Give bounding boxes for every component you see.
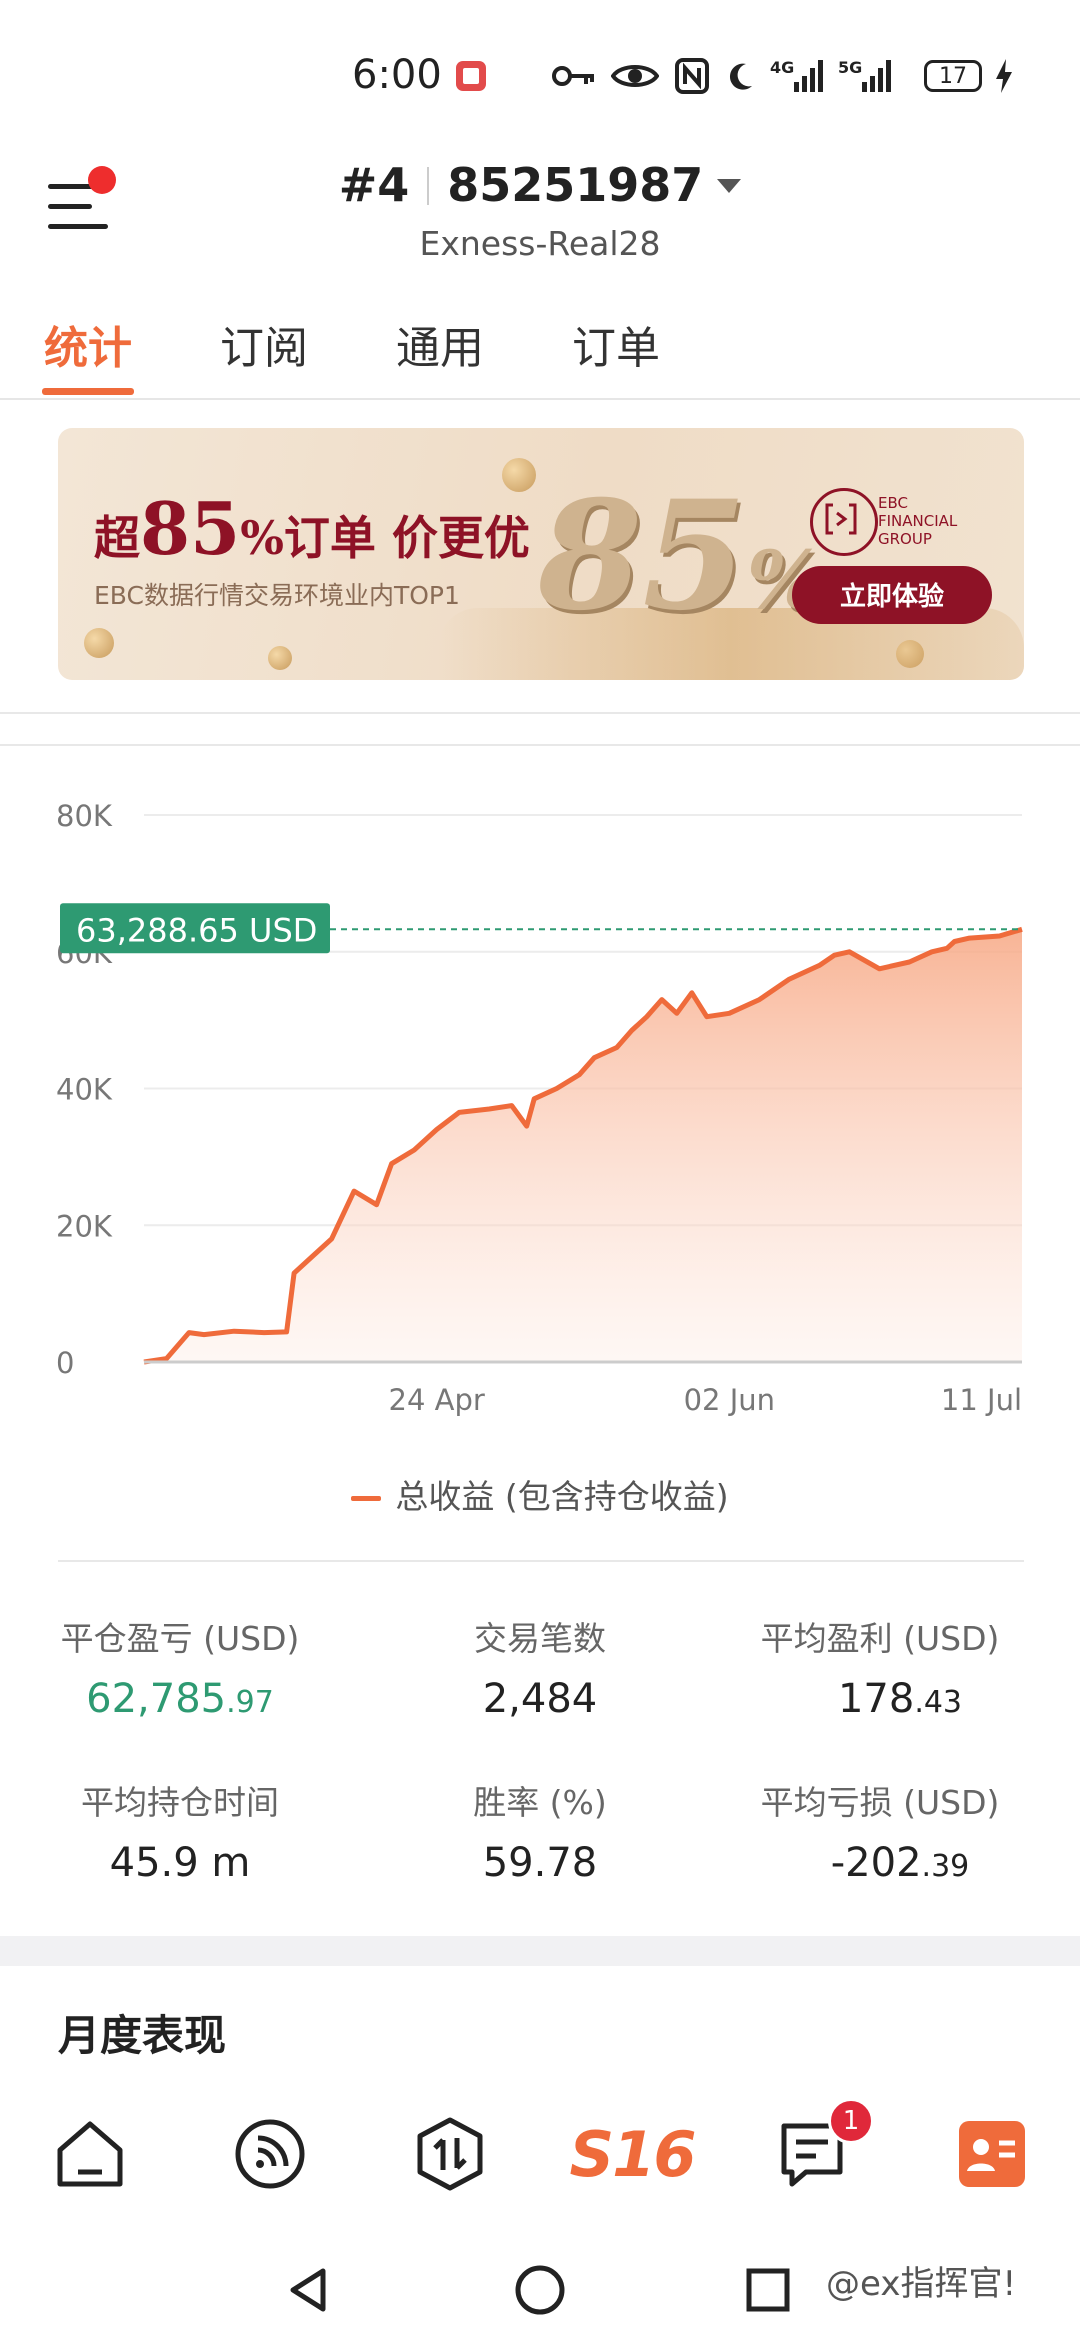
bottom-nav (0, 2080, 1080, 2220)
nav-trade[interactable] (400, 2104, 500, 2204)
x-tick-label: 11 Jul (941, 1383, 1022, 1417)
eye-icon (610, 56, 660, 96)
stat-label-closed-pnl: 平仓盈亏 (USD) (60, 1619, 300, 1658)
moon-icon (722, 56, 758, 96)
divider (0, 712, 1080, 714)
chart-legend: 总收益 (包含持仓收益) (0, 1470, 1080, 1518)
account-selector[interactable]: #4 85251987 (0, 158, 1080, 212)
signal-5g-icon: 5G (838, 56, 894, 96)
monthly-performance-title: 月度表现 (58, 2011, 227, 2060)
stat-label-avg-loss: 平均亏损 (USD) (760, 1783, 1000, 1822)
signal-4g-icon: 4G (770, 56, 826, 96)
ebc-logo-text: EBC FINANCIAL GROUP (878, 494, 958, 548)
system-recents-button[interactable] (728, 2250, 808, 2330)
account-number: 85251987 (447, 158, 704, 212)
stat-value-closed-pnl: 62,785.97 (86, 1676, 274, 1722)
key-icon (550, 56, 598, 96)
charging-icon (992, 56, 1016, 96)
divider (58, 1560, 1024, 1562)
nav-s16[interactable]: S16 (569, 2104, 697, 2204)
stat-label-avg-hold-time: 平均持仓时间 (81, 1783, 279, 1822)
account-server: Exness-Real28 (419, 224, 661, 263)
ebc-logo-icon (810, 488, 878, 556)
banner-subtitle: EBC数据行情交易环境业内TOP1 (94, 581, 460, 610)
x-tick-label: 24 Apr (389, 1383, 485, 1417)
banner-headline: 超85%订单 价更优 (94, 486, 530, 571)
banner-85-graphic: 85% (538, 468, 823, 644)
y-tick-label: 20K (56, 1209, 113, 1243)
tab-active-indicator (42, 388, 134, 395)
legend-swatch (351, 1496, 382, 1501)
stat-value-win-rate: 59.78 (482, 1840, 598, 1886)
nav-home[interactable] (40, 2104, 140, 2204)
back-icon (290, 2268, 326, 2312)
legend-label: 总收益 (包含持仓收益) (395, 1477, 729, 1516)
stat-value-trade-count: 2,484 (482, 1676, 598, 1722)
y-tick-label: 0 (56, 1346, 74, 1380)
system-back-button[interactable] (270, 2250, 350, 2330)
tab-orders[interactable]: 订单 (572, 312, 660, 376)
status-time: 6:00 (352, 52, 442, 98)
battery-icon: 17 (920, 56, 986, 96)
current-value-label: 63,288.65 USD (76, 911, 317, 949)
divider (0, 398, 1080, 400)
stat-value-avg-profit: 178.43 (837, 1676, 963, 1722)
nav-feed[interactable] (220, 2104, 320, 2204)
home-icon (57, 2121, 123, 2187)
home-circle-icon (515, 2265, 565, 2315)
divider (0, 744, 1080, 746)
stat-label-trade-count: 交易笔数 (474, 1619, 606, 1658)
messages-badge: 1 (828, 2098, 874, 2144)
system-home-button[interactable] (500, 2250, 580, 2330)
tab-subscriptions[interactable]: 订阅 (220, 312, 308, 376)
profile-card-icon (959, 2121, 1025, 2187)
section-separator (0, 1936, 1080, 1966)
y-tick-label: 40K (56, 1073, 113, 1107)
tab-statistics[interactable]: 统计 (44, 312, 132, 376)
s16-icon: S16 (569, 2117, 697, 2191)
profit-chart[interactable]: 80K60K40K20K0 63,288.65 USD 24 Apr02 Jun… (0, 760, 1080, 1480)
x-tick-label: 02 Jun (684, 1383, 775, 1417)
account-index: #4 (338, 158, 410, 212)
stat-label-avg-profit: 平均盈利 (USD) (760, 1619, 1000, 1658)
stat-label-win-rate: 胜率 (%) (473, 1783, 607, 1822)
current-value-tag: 63,288.65 USD (60, 903, 330, 954)
dropdown-caret-icon (717, 179, 742, 193)
stat-value-avg-hold-time: 45.9 m (109, 1840, 251, 1886)
stat-value-avg-loss: -202.39 (830, 1840, 970, 1886)
y-tick-label: 80K (56, 799, 113, 833)
trade-icon (417, 2117, 483, 2191)
nfc-icon (672, 56, 712, 96)
banner-cta-button[interactable]: 立即体验 (792, 566, 992, 624)
tab-general[interactable]: 通用 (396, 312, 484, 376)
nav-profile[interactable] (942, 2104, 1042, 2204)
recents-icon (746, 2268, 790, 2312)
feed-icon (235, 2119, 305, 2189)
watermark: @ex指挥官! (826, 2264, 1017, 2304)
promo-banner[interactable]: 超85%订单 价更优 EBC数据行情交易环境业内TOP1 85% EBC FIN… (58, 428, 1024, 680)
reading-app-icon (452, 56, 490, 96)
profit-area (144, 929, 1022, 1362)
